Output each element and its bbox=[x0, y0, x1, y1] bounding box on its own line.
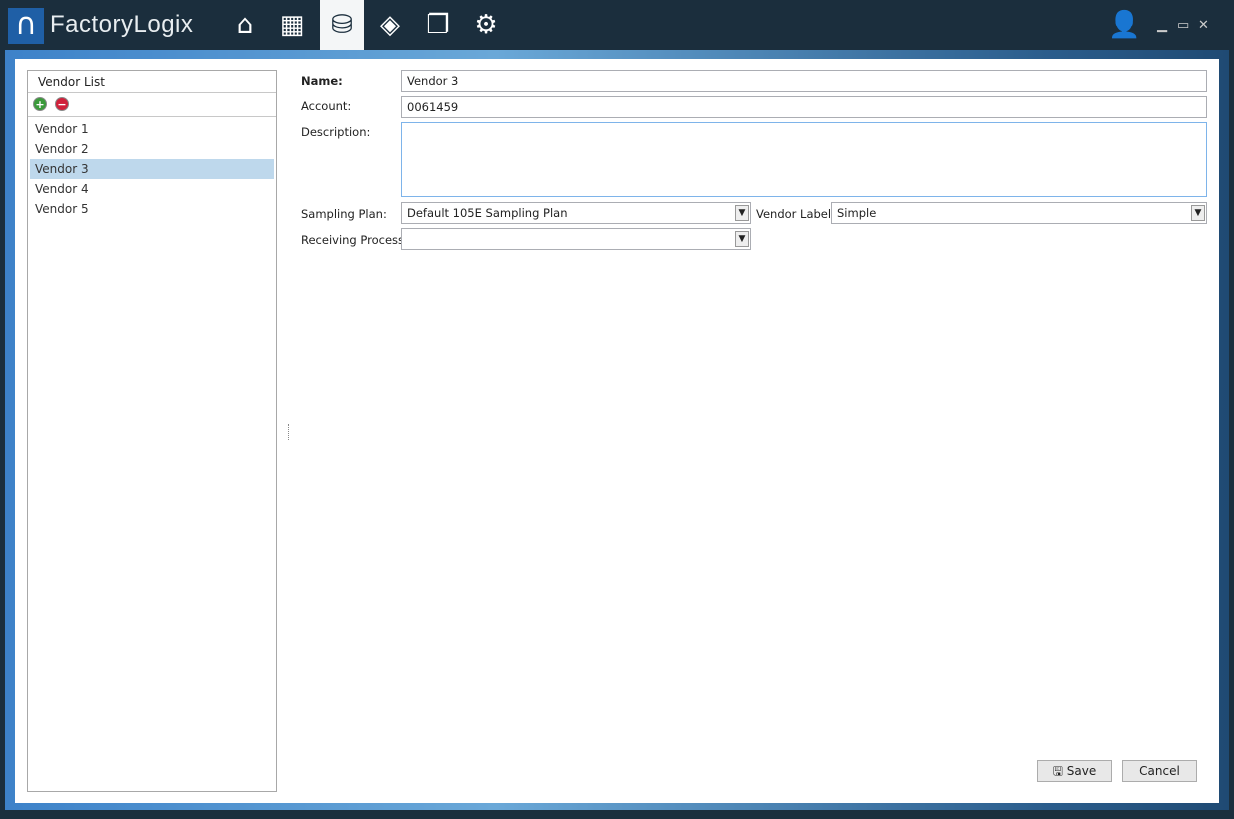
chevron-down-icon[interactable]: ▼ bbox=[735, 205, 749, 221]
chevron-down-icon[interactable]: ▼ bbox=[1191, 205, 1205, 221]
sampling-plan-value: Default 105E Sampling Plan bbox=[407, 206, 568, 220]
receiving-process-label: Receiving Process: bbox=[301, 233, 408, 247]
list-item[interactable]: Vendor 4 bbox=[30, 179, 274, 199]
save-icon: 🖫 bbox=[1052, 764, 1063, 778]
vendor-label-label: Vendor Label: bbox=[756, 207, 835, 221]
windows-icon[interactable]: ❐ bbox=[416, 0, 460, 50]
title-bar: ∩ FactoryLogix ⌂ ▦ ⛁ ◈ ❐ ⚙ 👤 ▁ ▭ ✕ bbox=[0, 0, 1234, 50]
vendor-label-select[interactable]: Simple ▼ bbox=[831, 202, 1207, 224]
app-logo: FactoryLogix bbox=[50, 11, 194, 38]
cancel-button[interactable]: Cancel bbox=[1122, 760, 1197, 782]
list-item[interactable]: Vendor 1 bbox=[30, 119, 274, 139]
description-label: Description: bbox=[301, 125, 371, 139]
gear-icon[interactable]: ⚙ bbox=[464, 0, 508, 50]
receiving-process-select[interactable]: ▼ bbox=[401, 228, 751, 250]
vendor-list-title: Vendor List bbox=[28, 71, 276, 93]
name-label: Name: bbox=[301, 74, 343, 88]
splitter[interactable] bbox=[288, 424, 289, 440]
account-label: Account: bbox=[301, 99, 352, 113]
save-button[interactable]: 🖫 Save bbox=[1037, 760, 1112, 782]
remove-icon[interactable]: − bbox=[55, 97, 69, 111]
grid-edit-icon[interactable]: ▦ bbox=[270, 0, 314, 50]
list-item[interactable]: Vendor 2 bbox=[30, 139, 274, 159]
database-icon[interactable]: ⛁ bbox=[320, 0, 364, 50]
list-item[interactable]: Vendor 3 bbox=[30, 159, 274, 179]
close-button[interactable]: ✕ bbox=[1198, 18, 1209, 33]
name-field[interactable]: Vendor 3 bbox=[401, 70, 1207, 92]
user-logout-icon[interactable]: 👤 bbox=[1108, 10, 1140, 40]
save-label: Save bbox=[1066, 764, 1097, 778]
maximize-button[interactable]: ▭ bbox=[1177, 18, 1189, 33]
sampling-plan-label: Sampling Plan: bbox=[301, 207, 387, 221]
add-icon[interactable]: + bbox=[33, 97, 47, 111]
sampling-plan-select[interactable]: Default 105E Sampling Plan ▼ bbox=[401, 202, 751, 224]
routing-icon[interactable]: ◈ bbox=[368, 0, 412, 50]
vendor-label-value: Simple bbox=[837, 206, 877, 220]
minimize-button[interactable]: ▁ bbox=[1157, 18, 1167, 33]
chevron-down-icon[interactable]: ▼ bbox=[735, 231, 749, 247]
list-item[interactable]: Vendor 5 bbox=[30, 199, 274, 219]
logo-icon: ∩ bbox=[8, 8, 44, 44]
home-icon[interactable]: ⌂ bbox=[223, 0, 267, 50]
vendor-editor: Vendor List + − Vendor 1 Vendor 2 Vendor… bbox=[15, 59, 1219, 803]
description-field[interactable] bbox=[401, 122, 1207, 197]
vendor-list: Vendor List + − Vendor 1 Vendor 2 Vendor… bbox=[27, 70, 277, 792]
account-field[interactable]: 0061459 bbox=[401, 96, 1207, 118]
